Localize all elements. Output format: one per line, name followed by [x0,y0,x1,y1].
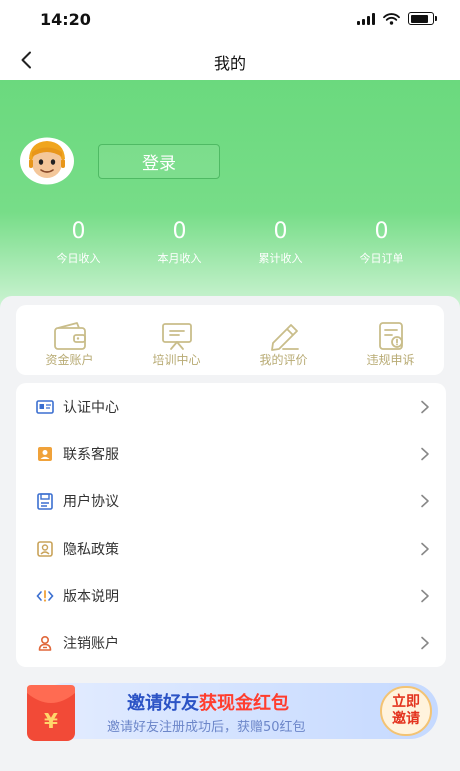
invite-now-button[interactable]: 立即 邀请 [380,686,432,736]
quick-action-label: 违规申诉 [366,353,415,367]
stat-label: 今日订单 [359,252,404,265]
profile-header: 登录 0 今日收入 0 本月收入 0 累计收入 0 今日订单 [0,80,460,320]
invite-button-line1: 立即 [392,694,420,710]
menu-item-label: 用户协议 [63,494,119,511]
wallet-icon [53,322,86,350]
stat-today-income[interactable]: 0 今日收入 [28,218,129,266]
red-envelope-icon: ¥ [27,685,75,741]
quick-action-training[interactable]: 培训中心 [123,305,230,375]
menu-item-user-agreement[interactable]: 用户协议 [16,478,446,525]
status-bar: 14:20 [0,0,460,40]
presentation-board-icon [161,323,192,350]
page-title: 我的 [213,54,246,73]
menu-item-customer-service[interactable]: 联系客服 [16,430,446,477]
stat-value: 0 [71,219,86,244]
banner-title-prefix: 邀请好友 [127,693,199,714]
avatar-icon [20,137,74,185]
menu-item-label: 版本说明 [63,588,119,605]
battery-level [410,14,429,23]
nav-bar: 我的 [0,40,460,80]
menu-item-label: 隐私政策 [63,541,119,558]
settings-menu: 认证中心 联系客服 用户协议 隐私政策 版本说明 注销账户 [16,383,446,667]
stat-label: 累计收入 [258,252,303,265]
quick-action-label: 我的评价 [259,353,308,367]
status-icons [357,12,437,25]
login-button[interactable]: 登录 [98,144,220,179]
stat-label: 今日收入 [56,252,101,265]
quick-action-label: 资金账户 [45,353,94,367]
quick-action-fund-account[interactable]: 资金账户 [16,305,123,375]
chevron-right-icon [421,542,429,555]
status-time: 14:20 [40,10,91,29]
stat-value: 0 [273,219,288,244]
banner-title-highlight: 获现金红包 [199,693,289,714]
agreement-icon [36,492,54,510]
edit-pencil-icon [270,324,299,351]
menu-item-delete-account[interactable]: 注销账户 [16,619,446,666]
quick-actions-card: 资金账户 培训中心 我的评价 违规申诉 [16,305,444,375]
battery-icon [408,12,437,25]
menu-item-version-notes[interactable]: 版本说明 [16,572,446,619]
privacy-icon [36,540,54,558]
id-card-icon [36,398,54,416]
version-icon [36,587,54,605]
quick-action-my-reviews[interactable]: 我的评价 [230,305,337,375]
chevron-right-icon [421,447,429,461]
stat-month-income[interactable]: 0 本月收入 [129,218,230,266]
stat-today-orders[interactable]: 0 今日订单 [331,218,432,266]
chevron-right-icon [421,494,429,508]
quick-action-appeal[interactable]: 违规申诉 [337,305,444,375]
chevron-right-icon [421,636,429,650]
envelope-symbol: ¥ [44,709,58,733]
stat-total-income[interactable]: 0 累计收入 [230,218,331,266]
document-alert-icon [378,322,403,350]
wifi-icon [383,12,400,25]
avatar[interactable] [19,137,75,185]
invite-banner-subtitle: 邀请好友注册成功后，获赠50红包 [107,720,306,735]
user-remove-icon [36,634,54,652]
quick-action-label: 培训中心 [152,353,201,367]
menu-item-privacy-policy[interactable]: 隐私政策 [16,525,446,572]
chevron-right-icon [421,400,429,413]
invite-button-line2: 邀请 [392,711,420,727]
menu-item-verification[interactable]: 认证中心 [16,383,446,430]
invite-banner-title: 邀请好友获现金红包 [127,689,289,715]
stat-label: 本月收入 [157,252,202,265]
menu-item-label: 认证中心 [63,399,119,416]
stat-value: 0 [374,219,389,244]
menu-item-label: 注销账户 [63,636,119,653]
signal-icon [357,12,375,25]
stat-value: 0 [172,219,187,244]
menu-item-label: 联系客服 [63,446,119,463]
contact-card-icon [36,445,54,463]
stats-row: 0 今日收入 0 本月收入 0 累计收入 0 今日订单 [28,218,432,266]
invite-banner[interactable]: ¥ 邀请好友获现金红包 邀请好友注册成功后，获赠50红包 立即 邀请 [23,683,438,741]
chevron-right-icon [421,589,429,603]
